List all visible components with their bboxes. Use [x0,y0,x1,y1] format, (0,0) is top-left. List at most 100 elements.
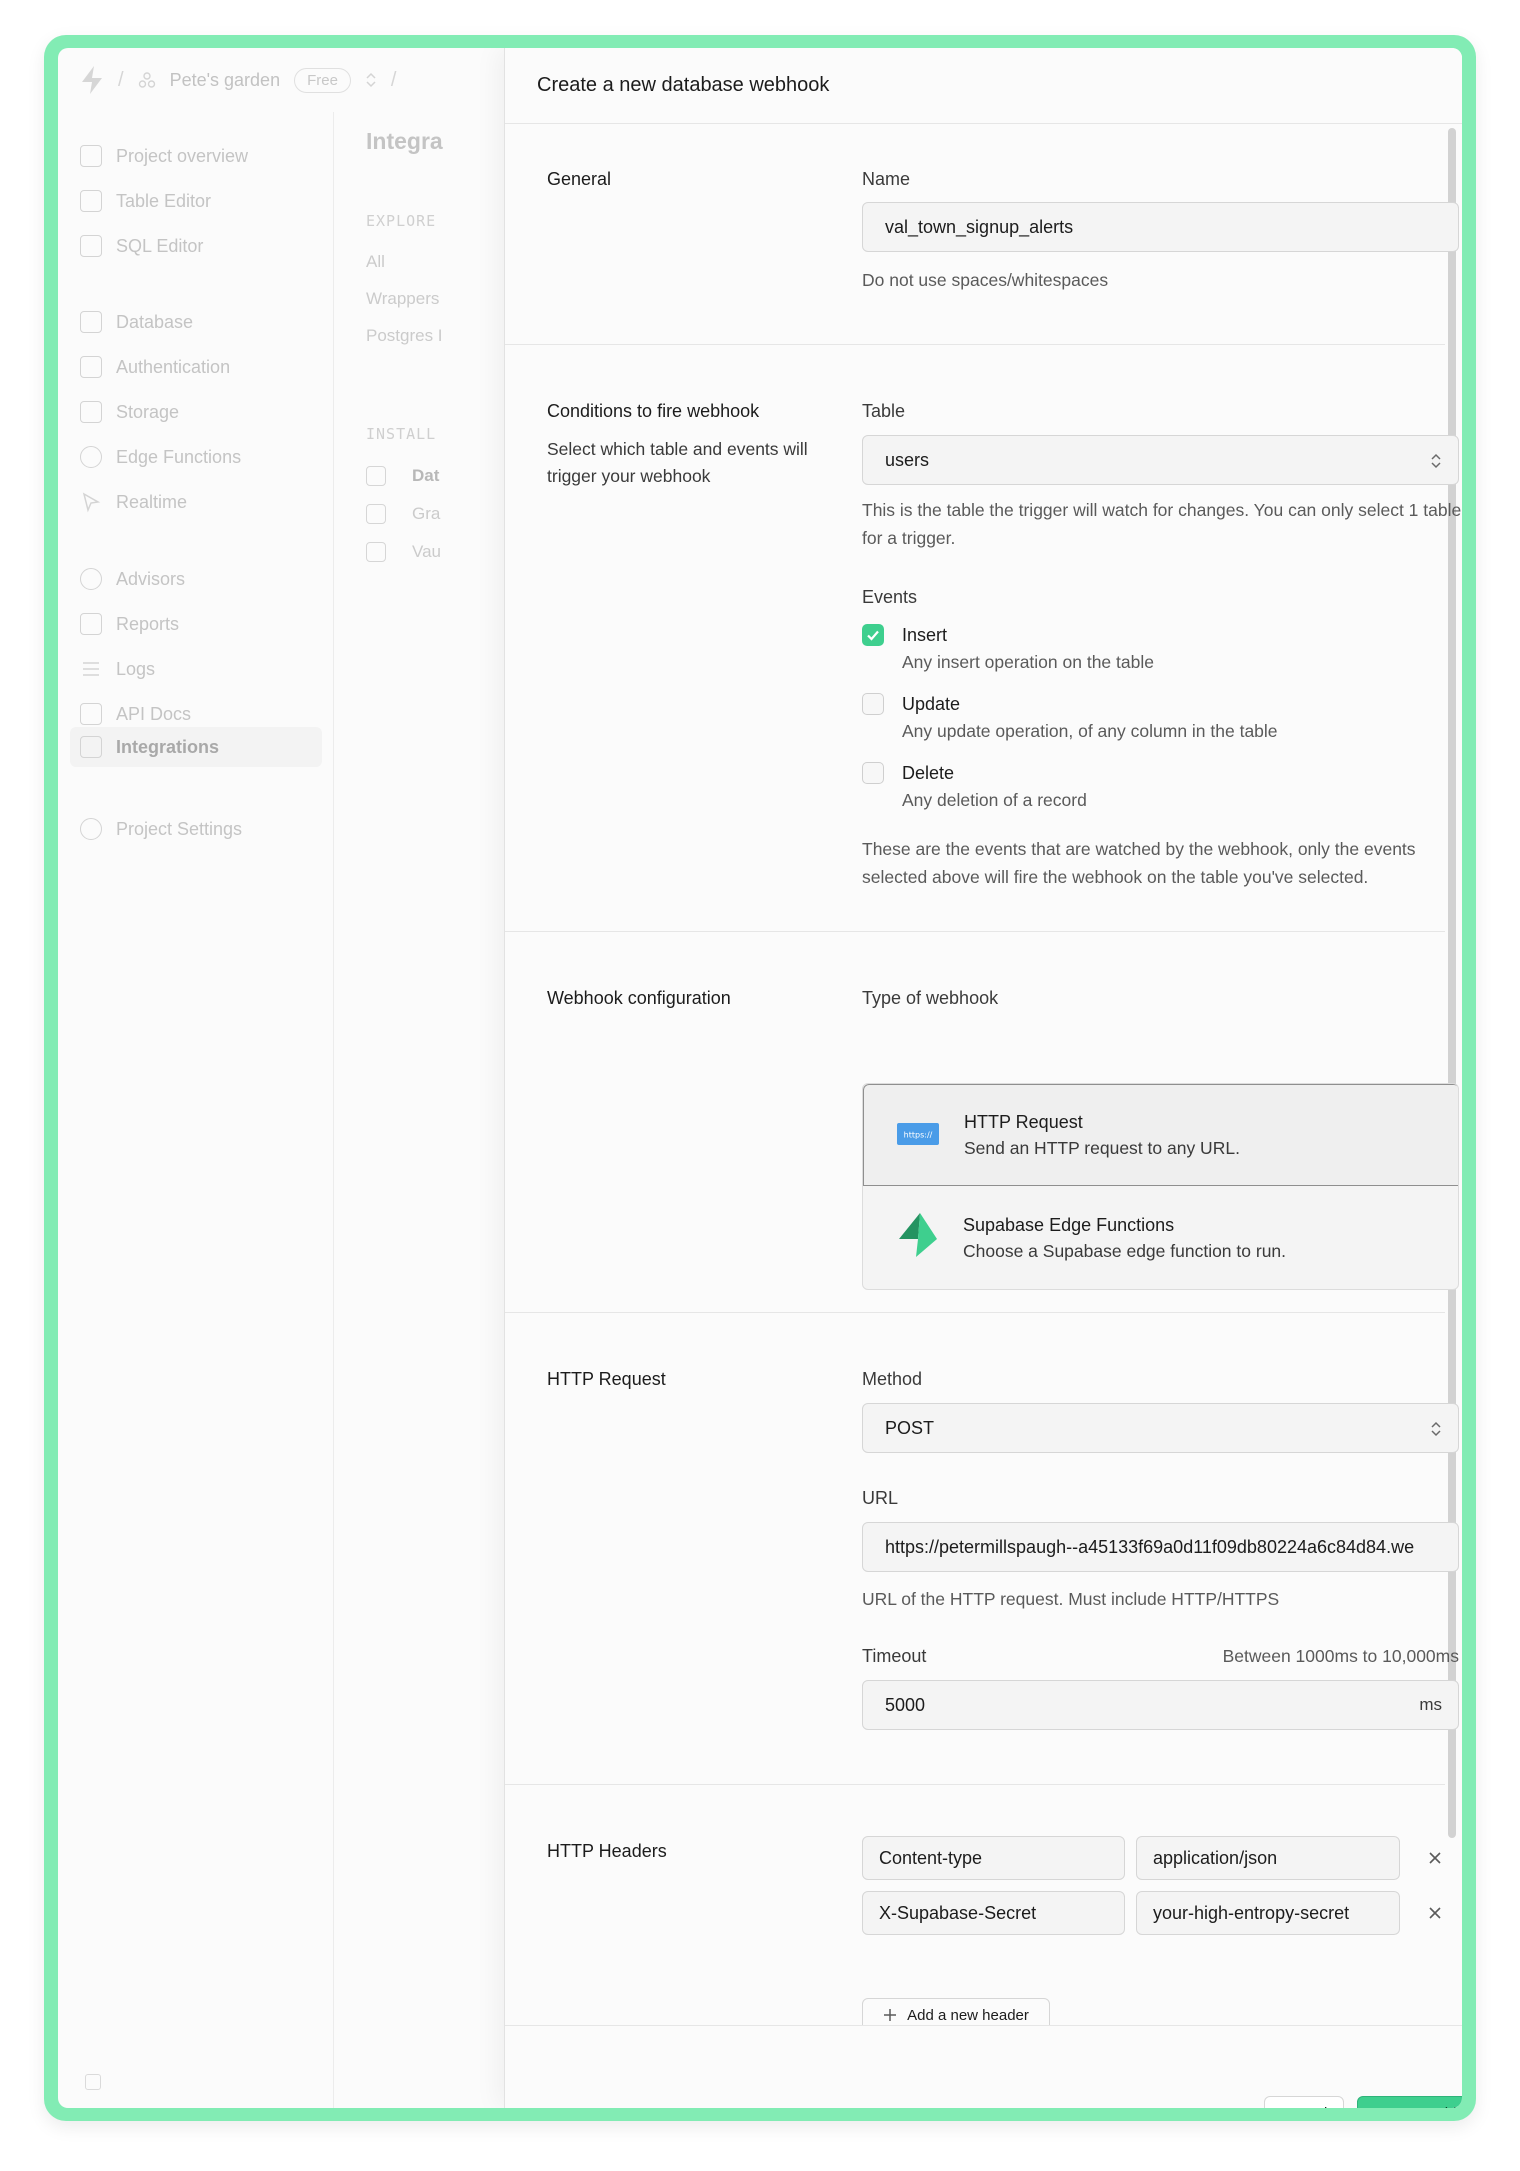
list-icon [80,658,102,680]
breadcrumb-separator: / [118,68,124,91]
general-section-title: General [547,169,612,189]
events-help-text: These are the events that are watched by… [862,839,1416,887]
insert-desc: Any insert operation on the table [902,652,1154,672]
sidebar-item-sql-editor[interactable]: SQL Editor [80,230,203,262]
terminal-icon [80,235,102,257]
vault-icon [366,542,386,562]
update-desc: Any update operation, of any column in t… [902,721,1278,741]
webhook-type-radio-group: https:// HTTP Request Send an HTTP reque… [862,1083,1459,1290]
http-request-section-title: HTTP Request [547,1369,666,1389]
sidebar-item-advisors[interactable]: Advisors [80,563,185,595]
webhook-config-section-title: Webhook configuration [547,988,731,1008]
sidebar-item-database[interactable]: Database [80,306,193,338]
explore-item-postgres[interactable]: Postgres I [366,326,443,346]
sidebar-item-authentication[interactable]: Authentication [80,351,230,383]
delete-checkbox[interactable] [862,762,884,784]
sidebar-item-api-docs[interactable]: API Docs [80,698,191,730]
svg-text:https://: https:// [904,1131,933,1140]
collapse-sidebar-icon[interactable] [85,2074,101,2090]
installed-item-vault[interactable]: Vau [412,542,441,562]
explore-item-wrappers[interactable]: Wrappers [366,289,439,309]
blocks-icon [80,736,102,758]
integrations-panel [335,112,505,2108]
name-input[interactable]: val_town_signup_alerts [862,202,1459,252]
table-select[interactable]: users [862,435,1459,485]
name-help-text: Do not use spaces/whitespaces [862,270,1109,290]
lock-icon [80,356,102,378]
http-request-option-title: HTTP Request [964,1112,1083,1132]
sidebar-item-logs[interactable]: Logs [80,653,155,685]
webhook-type-http-request[interactable]: https:// HTTP Request Send an HTTP reque… [863,1084,1458,1186]
explore-heading: EXPLORE [366,212,437,230]
sidebar-item-storage[interactable]: Storage [80,396,179,428]
chart-icon [80,613,102,635]
insert-title: Insert [902,625,948,645]
lightbulb-icon [80,568,102,590]
function-icon [80,446,102,468]
table-icon [80,190,102,212]
close-icon[interactable] [1425,1848,1445,1868]
cancel-button[interactable]: Cancel [1264,2096,1344,2108]
sidebar-item-project-settings[interactable]: Project Settings [80,813,242,845]
insert-checkbox[interactable] [862,624,884,646]
installed-item-database-webhooks[interactable]: Dat [412,466,439,486]
edge-functions-option-desc: Choose a Supabase edge function to run. [963,1241,1287,1261]
close-icon[interactable] [1425,1903,1445,1923]
http-headers-section-title: HTTP Headers [547,1841,667,1861]
header-key-input[interactable]: Content-type [862,1836,1125,1880]
app-window: / Pete's garden Free / Project overview … [58,48,1462,2108]
scrollbar-thumb[interactable] [1448,128,1456,1838]
event-delete[interactable]: Delete Any deletion of a record [862,760,1087,814]
plus-icon [884,2009,897,2021]
chevron-up-down-icon [1431,1421,1441,1437]
sidebar-item-table-editor[interactable]: Table Editor [80,185,211,217]
url-label: URL [862,1488,899,1508]
section-divider [505,1784,1445,1785]
edge-functions-option-title: Supabase Edge Functions [963,1215,1175,1235]
organization-icon [138,72,155,88]
event-insert[interactable]: Insert Any insert operation on the table [862,622,1154,676]
method-select[interactable]: POST [862,1403,1459,1453]
header-key-input[interactable]: X-Supabase-Secret [862,1891,1125,1935]
timeout-label: Timeout [862,1646,927,1666]
document-icon [80,703,102,725]
timeout-input[interactable]: 5000 ms [862,1680,1459,1730]
url-help-text: URL of the HTTP request. Must include HT… [862,1589,1280,1609]
timeout-unit: ms [1419,1695,1442,1714]
supabase-logo-icon[interactable] [80,65,104,95]
update-title: Update [902,694,961,714]
supabase-logo-icon [899,1213,937,1257]
header-value-input[interactable]: your-high-entropy-secret [1136,1891,1400,1935]
sidebar-item-project-overview[interactable]: Project overview [80,140,248,172]
delete-title: Delete [902,763,955,783]
section-divider [505,344,1445,345]
home-icon [80,145,102,167]
breadcrumb-separator: / [390,68,397,91]
explore-item-all[interactable]: All [366,252,385,272]
archive-icon [80,401,102,423]
name-label: Name [862,169,911,189]
sidebar-item-realtime[interactable]: Realtime [80,486,187,518]
project-name[interactable]: Pete's garden [170,70,281,91]
conditions-section-desc: Select which table and events will trigg… [547,439,808,486]
method-label: Method [862,1369,923,1389]
event-update[interactable]: Update Any update operation, of any colu… [862,691,1278,745]
section-divider [505,931,1445,932]
webhook-type-edge-functions[interactable]: Supabase Edge Functions Choose a Supabas… [863,1187,1458,1289]
update-checkbox[interactable] [862,693,884,715]
chevron-up-down-icon[interactable] [365,71,377,89]
table-label: Table [862,401,906,421]
create-webhook-button[interactable]: Create webhook [1357,2096,1462,2108]
chevron-up-down-icon [1431,453,1441,469]
integrations-title: Integra [366,128,443,154]
sidebar-item-integrations[interactable]: Integrations [70,727,322,767]
graphql-icon [366,504,386,524]
header-value-input[interactable]: application/json [1136,1836,1400,1880]
checkmark-icon [867,630,879,641]
sidebar-item-reports[interactable]: Reports [80,608,179,640]
installed-item-graphql[interactable]: Gra [412,504,440,524]
url-input[interactable]: https://petermillspaugh--a45133f69a0d11f… [862,1522,1459,1572]
conditions-section-title: Conditions to fire webhook [547,401,760,421]
sidebar-item-edge-functions[interactable]: Edge Functions [80,441,241,473]
webhook-type-label: Type of webhook [862,988,999,1008]
